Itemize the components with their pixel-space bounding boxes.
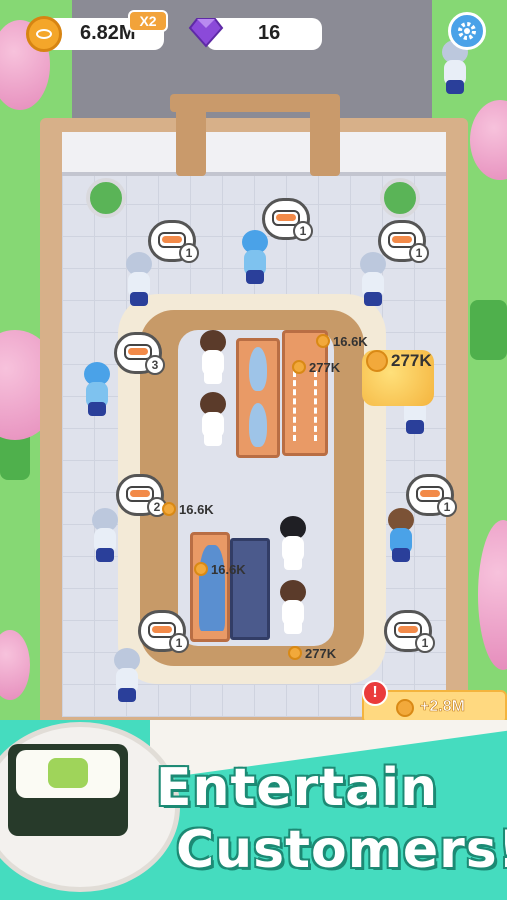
coin-amount: 277K — [309, 359, 341, 375]
potted-plant[interactable] — [86, 178, 126, 218]
fish-icon — [199, 545, 225, 631]
coin-icon — [366, 350, 388, 372]
order-bubble[interactable]: 2 — [116, 474, 167, 517]
chef[interactable] — [198, 392, 228, 450]
coin-label: 16.6K — [316, 332, 368, 350]
income-amount: +2.8M — [420, 698, 466, 716]
coin-label: 16.6K — [194, 560, 246, 578]
order-count: 1 — [293, 221, 313, 241]
sushi-roll-image — [8, 744, 128, 836]
coin-label: 277K — [288, 644, 336, 662]
customer[interactable] — [240, 230, 270, 288]
order-bubble[interactable]: 1 — [262, 198, 313, 241]
banner-title-line1: Entertain — [156, 758, 439, 818]
coin-label: 277K — [292, 358, 340, 376]
fish-prep-counter[interactable] — [236, 338, 280, 458]
chef[interactable] — [278, 580, 308, 638]
order-bubble[interactable]: 3 — [114, 332, 165, 375]
coin-amount: 16.6K — [333, 333, 368, 349]
order-bubble[interactable]: 1 — [378, 220, 429, 263]
customer[interactable] — [124, 252, 154, 310]
fish-icon — [249, 403, 267, 447]
order-bubble[interactable]: 1 — [138, 610, 189, 653]
coin-icon — [162, 502, 176, 516]
coin-icon — [26, 16, 62, 52]
back-wall — [62, 132, 446, 176]
coin-icon — [316, 334, 330, 348]
alert-badge[interactable]: ! — [362, 680, 388, 706]
potted-plant[interactable] — [380, 178, 420, 218]
fish-slice-counter[interactable] — [190, 532, 230, 642]
chef[interactable] — [198, 330, 228, 388]
customer[interactable] — [358, 252, 388, 310]
coin-icon — [396, 699, 414, 717]
order-count: 1 — [415, 633, 435, 653]
hedge — [470, 300, 507, 360]
multiplier-badge[interactable]: X2 — [128, 10, 168, 32]
coin-amount: 277K — [391, 351, 432, 370]
coin-icon — [194, 562, 208, 576]
order-bubble[interactable]: 1 — [384, 610, 435, 653]
gear-icon — [458, 22, 476, 40]
game-scene: 1 1 1 3 2 1 1 1 16.6K 277K 277K 16.6K 16… — [0, 0, 507, 900]
coin-amount: 16.6K — [211, 561, 246, 577]
settings-button[interactable] — [448, 12, 486, 50]
coin-icon — [288, 646, 302, 660]
customer[interactable] — [90, 508, 120, 566]
customer[interactable] — [112, 648, 142, 706]
coin-icon — [292, 360, 306, 374]
coin-amount: 16.6K — [179, 501, 214, 517]
coin-amount: 277K — [305, 645, 337, 661]
customer[interactable] — [82, 362, 112, 420]
gem-icon — [188, 18, 224, 48]
gate-beam — [170, 94, 340, 112]
order-count: 1 — [169, 633, 189, 653]
order-count: 1 — [437, 497, 457, 517]
fish-bone-icon — [293, 371, 317, 441]
order-bubble[interactable]: 1 — [406, 474, 457, 517]
gem-balance: 16 — [258, 22, 281, 44]
coin-label: 16.6K — [162, 500, 214, 518]
order-bubble[interactable]: 1 — [148, 220, 199, 263]
rice-rack[interactable] — [230, 538, 270, 640]
order-count: 1 — [409, 243, 429, 263]
fish-icon — [249, 347, 267, 391]
chef[interactable] — [278, 516, 308, 574]
banner-title-line2: Customers! — [176, 820, 507, 880]
order-count: 1 — [179, 243, 199, 263]
customer[interactable] — [386, 508, 416, 566]
coin-label: 277K — [366, 350, 432, 372]
order-count: 3 — [145, 355, 165, 375]
